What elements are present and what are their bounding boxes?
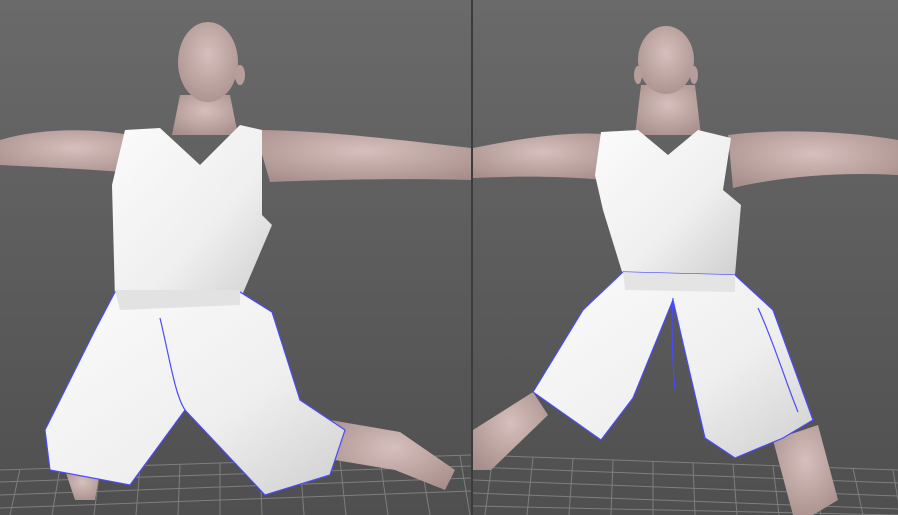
waistband bbox=[623, 272, 735, 292]
viewport-front-canvas[interactable] bbox=[0, 0, 471, 515]
viewport-back[interactable] bbox=[473, 0, 898, 515]
head bbox=[638, 26, 694, 94]
viewport-container bbox=[0, 0, 898, 515]
ear bbox=[690, 66, 698, 84]
viewport-back-canvas[interactable] bbox=[473, 0, 898, 515]
ear bbox=[634, 66, 642, 84]
viewport-front[interactable] bbox=[0, 0, 471, 515]
ear bbox=[235, 65, 245, 85]
head bbox=[178, 22, 238, 102]
